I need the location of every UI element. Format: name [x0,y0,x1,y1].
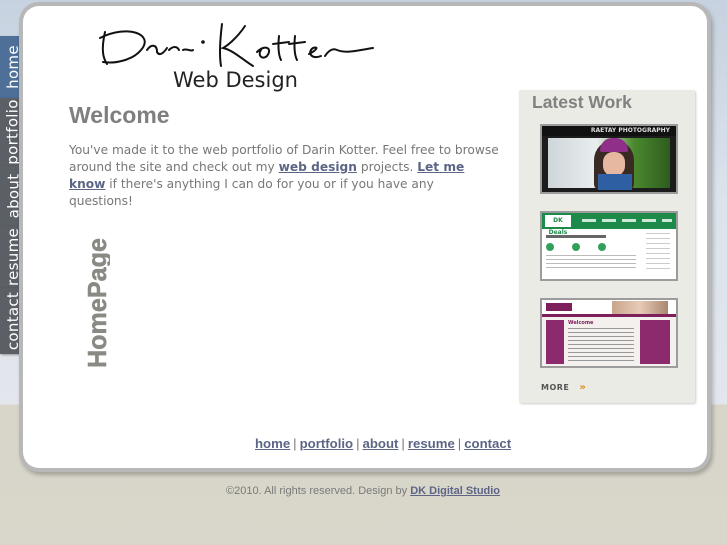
page-title: Welcome [69,102,170,128]
intro-text: if there's anything I can do for you or … [69,177,434,208]
tab-label: contact [4,291,23,351]
tab-label: resume [4,227,22,287]
intro-text: projects. [356,160,418,174]
footer-link-contact[interactable]: contact [464,436,511,451]
thumb-caption: DK Deals [545,215,571,236]
portfolio-thumb-photography[interactable]: RAETAY PHOTOGRAPHY [540,124,678,194]
tab-label: portfolio [4,99,23,165]
footer-nav: home | portfolio | about | resume | contact [255,436,511,451]
footer-link-portfolio[interactable]: portfolio [300,436,353,451]
designer-link[interactable]: DK Digital Studio [410,485,500,497]
tab-label: home [4,45,23,89]
latest-work-title: Latest Work [532,92,632,112]
thumb-caption: RAETAY PHOTOGRAPHY [590,127,670,134]
logo-subtitle: Web Design [173,68,298,92]
site-logo[interactable]: Web Design [97,20,375,96]
footer-link-resume[interactable]: resume [408,436,455,451]
copyright-text: ©2010. All rights reserved. Design by [226,485,411,497]
intro-paragraph: You've made it to the web portfolio of D… [69,142,499,210]
nav-separator: | [293,436,297,451]
portfolio-thumb-dk-deals[interactable]: DK Deals [540,211,678,281]
footer-link-about[interactable]: about [363,436,399,451]
web-design-link[interactable]: web design [279,160,357,174]
signature-logo [99,23,374,67]
nav-separator: | [457,436,462,451]
homepage-vertical-label: HomePage [84,238,110,368]
more-link[interactable]: MORE » [541,382,586,393]
latest-work-panel: Latest Work RAETAY PHOTOGRAPHY DK Deals … [519,90,695,403]
footer-link-home[interactable]: home [255,436,290,451]
copyright: ©2010. All rights reserved. Design by DK… [226,485,500,497]
thumb-caption: Welcome [568,320,594,326]
tab-label: about [4,173,22,219]
nav-separator: | [356,436,360,451]
homepage-label: HomePage [84,238,110,368]
double-chevron-right-icon: » [579,382,587,393]
nav-separator: | [401,436,405,451]
portfolio-thumb-welcome[interactable]: Welcome [540,298,678,368]
more-label: MORE [541,383,570,392]
